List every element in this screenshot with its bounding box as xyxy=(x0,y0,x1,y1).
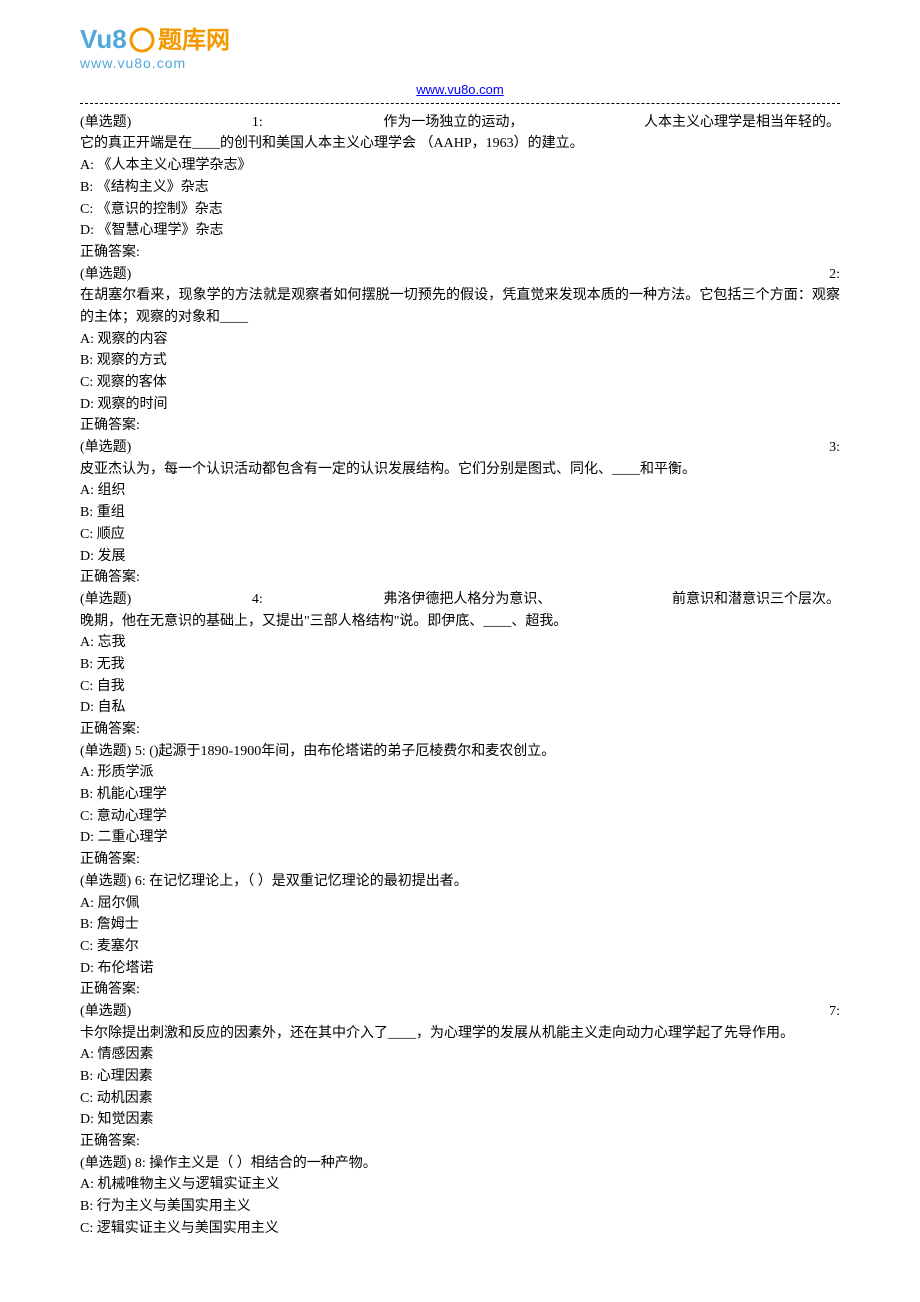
option-a: A: 观察的内容 xyxy=(80,329,840,351)
option-c: C: 《意识的控制》杂志 xyxy=(80,199,840,221)
question-number: 3: xyxy=(829,437,840,459)
question-block: (单选题) 5: ()起源于1890-1900年间，由布伦塔诺的弟子厄棱费尔和麦… xyxy=(80,741,840,871)
option-c: C: 自我 xyxy=(80,676,840,698)
question-intro-right: 人本主义心理学是相当年轻的。 xyxy=(644,112,840,134)
question-number: 4: xyxy=(252,589,263,611)
question-line: (单选题) 6: 在记忆理论上，（ ）是双重记忆理论的最初提出者。 xyxy=(80,871,840,893)
option-c: C: 观察的客体 xyxy=(80,372,840,394)
question-type: (单选题) xyxy=(80,1156,131,1171)
option-d: D: 观察的时间 xyxy=(80,394,840,416)
question-block: (单选题) 3: 皮亚杰认为，每一个认识活动都包含有一定的认识发展结构。它们分别… xyxy=(80,437,840,589)
question-text: ()起源于1890-1900年间，由布伦塔诺的弟子厄棱费尔和麦农创立。 xyxy=(149,744,555,759)
option-d: D: 二重心理学 xyxy=(80,827,840,849)
question-type: (单选题) xyxy=(80,264,131,286)
answer-label: 正确答案: xyxy=(80,415,840,437)
option-b: B: 无我 xyxy=(80,654,840,676)
option-a: A: 忘我 xyxy=(80,632,840,654)
question-number: 5: xyxy=(135,744,146,759)
question-header: (单选题) 3: xyxy=(80,437,840,459)
option-d: D: 发展 xyxy=(80,546,840,568)
option-c: C: 意动心理学 xyxy=(80,806,840,828)
question-header: (单选题) 4: 弗洛伊德把人格分为意识、 前意识和潜意识三个层次。 xyxy=(80,589,840,611)
answer-label: 正确答案: xyxy=(80,719,840,741)
header-link[interactable]: www.vu8o.com xyxy=(80,80,840,101)
content-area: (单选题) 1: 作为一场独立的运动， 人本主义心理学是相当年轻的。 它的真正开… xyxy=(80,112,840,1240)
question-number: 1: xyxy=(252,112,263,134)
question-line: (单选题) 5: ()起源于1890-1900年间，由布伦塔诺的弟子厄棱费尔和麦… xyxy=(80,741,840,763)
question-number: 6: xyxy=(135,874,146,889)
question-number: 2: xyxy=(829,264,840,286)
question-text: 卡尔除提出刺激和反应的因素外，还在其中介入了____，为心理学的发展从机能主义走… xyxy=(80,1023,840,1045)
option-b: B: 观察的方式 xyxy=(80,350,840,372)
option-a: A: 《人本主义心理学杂志》 xyxy=(80,155,840,177)
option-d: D: 自私 xyxy=(80,697,840,719)
question-block: (单选题) 4: 弗洛伊德把人格分为意识、 前意识和潜意识三个层次。 晚期，他在… xyxy=(80,589,840,741)
svg-text:题库网: 题库网 xyxy=(158,27,230,54)
question-type: (单选题) xyxy=(80,437,131,459)
option-a: A: 屈尔佩 xyxy=(80,893,840,915)
option-b: B: 行为主义与美国实用主义 xyxy=(80,1196,840,1218)
answer-label: 正确答案: xyxy=(80,242,840,264)
question-text: 晚期，他在无意识的基础上，又提出"三部人格结构"说。即伊底、____、超我。 xyxy=(80,611,840,633)
option-b: B: 《结构主义》杂志 xyxy=(80,177,840,199)
question-block: (单选题) 1: 作为一场独立的运动， 人本主义心理学是相当年轻的。 它的真正开… xyxy=(80,112,840,264)
question-number: 8: xyxy=(135,1156,146,1171)
divider xyxy=(80,103,840,104)
question-text: 在记忆理论上，（ ）是双重记忆理论的最初提出者。 xyxy=(149,874,468,889)
option-b: B: 心理因素 xyxy=(80,1066,840,1088)
option-c: C: 逻辑实证主义与美国实用主义 xyxy=(80,1218,840,1240)
question-intro-mid: 弗洛伊德把人格分为意识、 xyxy=(383,589,551,611)
option-c: C: 顺应 xyxy=(80,524,840,546)
question-text: 操作主义是（ ）相结合的一种产物。 xyxy=(149,1156,377,1171)
svg-text:Vu8: Vu8 xyxy=(80,24,127,54)
option-c: C: 动机因素 xyxy=(80,1088,840,1110)
question-type: (单选题) xyxy=(80,1001,131,1023)
question-type: (单选题) xyxy=(80,589,131,611)
question-intro-mid: 作为一场独立的运动， xyxy=(383,112,523,134)
question-header: (单选题) 7: xyxy=(80,1001,840,1023)
question-line: (单选题) 8: 操作主义是（ ）相结合的一种产物。 xyxy=(80,1153,840,1175)
option-c: C: 麦塞尔 xyxy=(80,936,840,958)
question-header: (单选题) 2: xyxy=(80,264,840,286)
question-text: 在胡塞尔看来，现象学的方法就是观察者如何摆脱一切预先的假设，凭直觉来发现本质的一… xyxy=(80,285,840,328)
option-b: B: 重组 xyxy=(80,502,840,524)
question-header: (单选题) 1: 作为一场独立的运动， 人本主义心理学是相当年轻的。 xyxy=(80,112,840,134)
answer-label: 正确答案: xyxy=(80,849,840,871)
question-block: (单选题) 7: 卡尔除提出刺激和反应的因素外，还在其中介入了____，为心理学… xyxy=(80,1001,840,1153)
question-number: 7: xyxy=(829,1001,840,1023)
option-a: A: 组织 xyxy=(80,480,840,502)
answer-label: 正确答案: xyxy=(80,1131,840,1153)
question-text: 它的真正开端是在____的创刊和美国人本主义心理学会 （AAHP，1963）的建… xyxy=(80,133,840,155)
logo: Vu8 题库网 www.vu8o.com xyxy=(80,20,840,75)
option-b: B: 机能心理学 xyxy=(80,784,840,806)
answer-label: 正确答案: xyxy=(80,979,840,1001)
question-type: (单选题) xyxy=(80,874,131,889)
option-a: A: 情感因素 xyxy=(80,1044,840,1066)
svg-text:www.vu8o.com: www.vu8o.com xyxy=(80,55,186,71)
question-block: (单选题) 8: 操作主义是（ ）相结合的一种产物。 A: 机械唯物主义与逻辑实… xyxy=(80,1153,840,1240)
option-d: D: 《智慧心理学》杂志 xyxy=(80,220,840,242)
option-d: D: 知觉因素 xyxy=(80,1109,840,1131)
option-a: A: 形质学派 xyxy=(80,762,840,784)
option-d: D: 布伦塔诺 xyxy=(80,958,840,980)
question-intro-right: 前意识和潜意识三个层次。 xyxy=(672,589,840,611)
question-block: (单选题) 2: 在胡塞尔看来，现象学的方法就是观察者如何摆脱一切预先的假设，凭… xyxy=(80,264,840,438)
option-a: A: 机械唯物主义与逻辑实证主义 xyxy=(80,1174,840,1196)
question-text: 皮亚杰认为，每一个认识活动都包含有一定的认识发展结构。它们分别是图式、同化、__… xyxy=(80,459,840,481)
answer-label: 正确答案: xyxy=(80,567,840,589)
option-b: B: 詹姆士 xyxy=(80,914,840,936)
question-type: (单选题) xyxy=(80,744,131,759)
question-type: (单选题) xyxy=(80,112,131,134)
question-block: (单选题) 6: 在记忆理论上，（ ）是双重记忆理论的最初提出者。 A: 屈尔佩… xyxy=(80,871,840,1001)
